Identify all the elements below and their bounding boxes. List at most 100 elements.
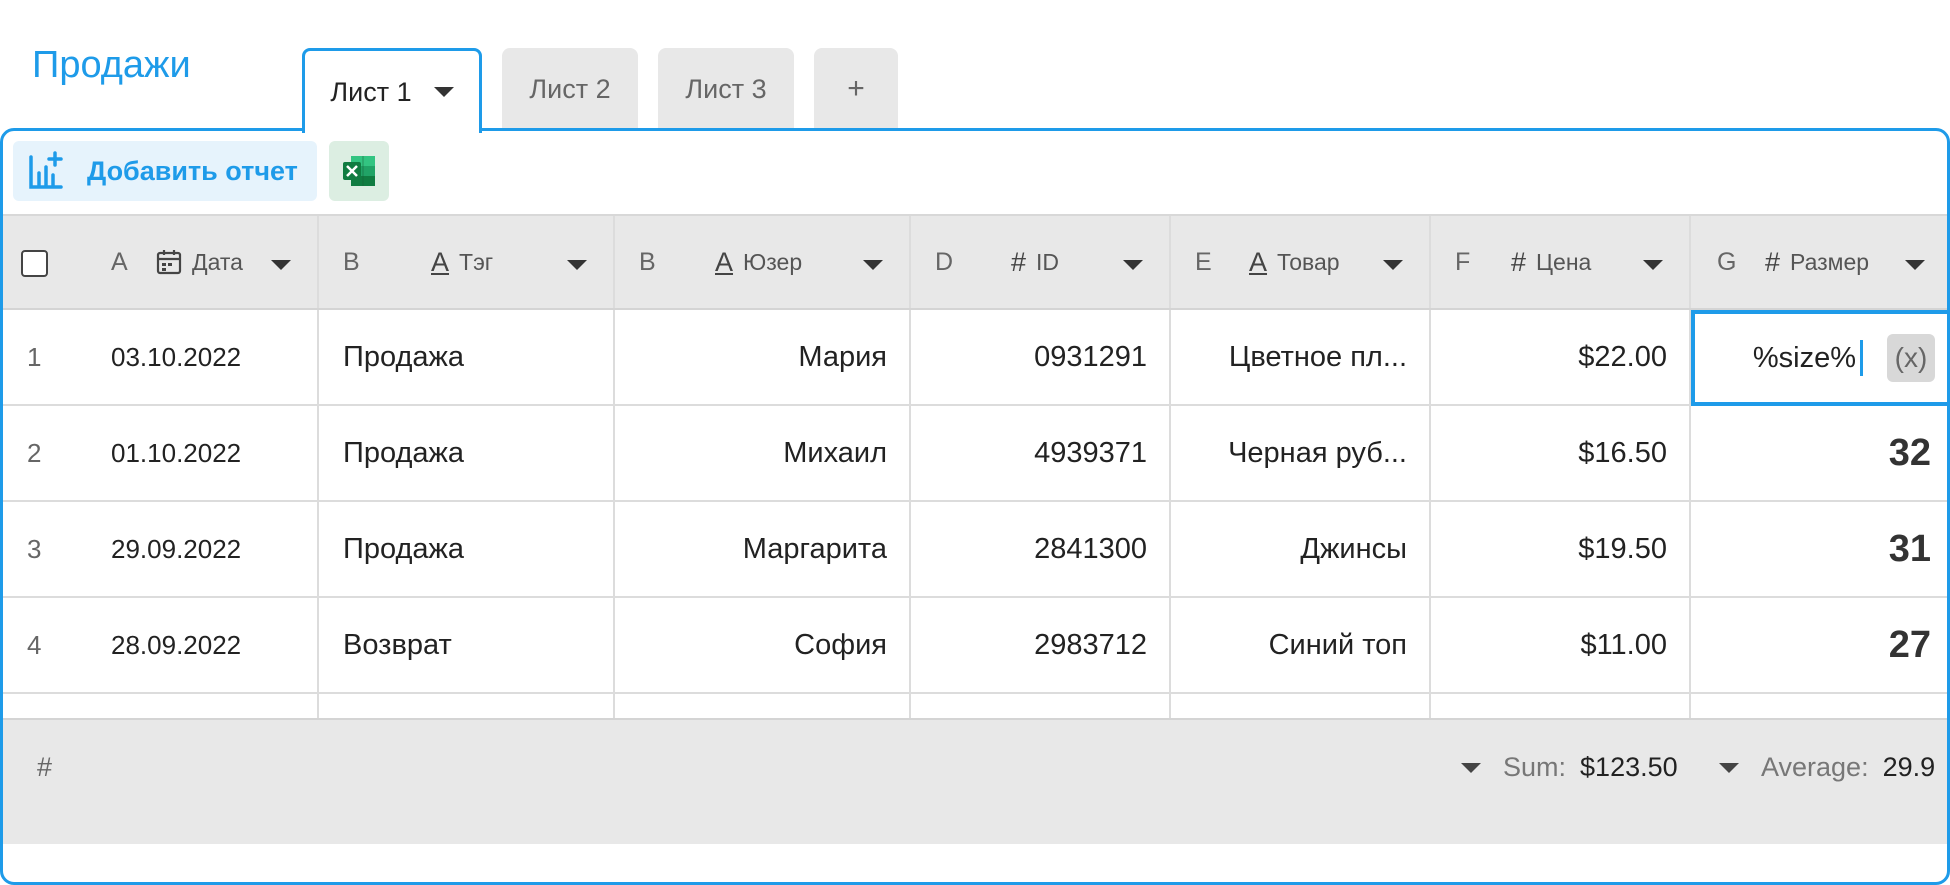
column-name: Дата xyxy=(156,216,243,308)
tab-sheet-3[interactable]: Лист 3 xyxy=(658,48,794,130)
column-label: Дата xyxy=(192,248,243,275)
column-header-e[interactable]: E A Товар xyxy=(1171,216,1431,308)
number-type-icon: # xyxy=(1765,246,1781,277)
tag-cell[interactable]: Возврат xyxy=(319,598,615,692)
text-cursor xyxy=(1860,340,1863,376)
column-header-row: A Дата B A Тэг B A Юзер D # ID E A Товар… xyxy=(3,214,1947,310)
date-cell[interactable]: 3 29.09.2022 xyxy=(3,502,319,596)
tab-sheet-1[interactable]: Лист 1 xyxy=(302,48,482,133)
column-header-a[interactable]: A Дата xyxy=(3,216,319,308)
number-type-icon: # xyxy=(1011,246,1027,277)
column-label: ID xyxy=(1036,248,1060,275)
tab-label: Лист 3 xyxy=(685,73,767,104)
chevron-down-icon[interactable] xyxy=(1383,260,1403,270)
id-cell[interactable]: 2983712 xyxy=(911,598,1171,692)
column-name: A Юзер xyxy=(715,216,802,308)
size-cell[interactable]: 32 xyxy=(1691,406,1947,500)
column-letter: G xyxy=(1717,247,1737,276)
tab-label: Лист 1 xyxy=(330,76,412,107)
date-value: 03.10.2022 xyxy=(111,341,242,372)
date-cell[interactable]: 1 03.10.2022 xyxy=(3,310,319,404)
page-title: Продажи xyxy=(32,44,191,86)
user-cell[interactable]: Мария xyxy=(615,310,911,404)
chevron-down-icon[interactable] xyxy=(863,260,883,270)
date-cell[interactable]: 2 01.10.2022 xyxy=(3,406,319,500)
user-cell[interactable]: Маргарита xyxy=(615,502,911,596)
date-value: 29.09.2022 xyxy=(111,533,242,564)
chevron-down-icon[interactable] xyxy=(567,260,587,270)
column-letter: E xyxy=(1195,247,1212,276)
price-cell[interactable]: $19.50 xyxy=(1431,502,1691,596)
table-row: 3 29.09.2022 Продажа Маргарита 2841300 Д… xyxy=(3,502,1947,598)
price-cell[interactable]: $16.50 xyxy=(1431,406,1691,500)
text-type-icon: A xyxy=(431,246,450,277)
sum-value: $123.50 xyxy=(1580,752,1678,782)
id-cell[interactable]: 4939371 xyxy=(911,406,1171,500)
chevron-down-icon[interactable] xyxy=(1123,260,1143,270)
formula-button[interactable]: (x) xyxy=(1887,334,1935,382)
column-name: # Размер xyxy=(1765,216,1869,308)
average-value: 29.9 xyxy=(1882,752,1936,782)
size-cell-editor[interactable]: %size% (x) xyxy=(1691,310,1947,406)
add-chart-icon xyxy=(29,151,63,189)
tag-cell[interactable]: Продажа xyxy=(319,406,615,500)
add-report-label: Добавить отчет xyxy=(87,155,298,186)
column-header-f[interactable]: F # Цена xyxy=(1431,216,1691,308)
chevron-down-icon[interactable] xyxy=(1905,260,1925,270)
tab-sheet-2[interactable]: Лист 2 xyxy=(502,48,638,130)
average-label: Average: xyxy=(1761,752,1869,782)
item-cell[interactable]: Синий топ xyxy=(1171,598,1431,692)
price-cell[interactable]: $11.00 xyxy=(1431,598,1691,692)
chevron-down-icon[interactable] xyxy=(433,87,454,97)
column-letter: A xyxy=(111,247,128,276)
export-excel-button[interactable] xyxy=(329,141,389,201)
table-row: 2 01.10.2022 Продажа Михаил 4939371 Черн… xyxy=(3,406,1947,502)
data-grid: A Дата B A Тэг B A Юзер D # ID E A Товар… xyxy=(3,214,1947,844)
item-cell[interactable]: Джинсы xyxy=(1171,502,1431,596)
table-row: 1 03.10.2022 Продажа Мария 0931291 Цветн… xyxy=(3,310,1947,406)
column-header-c[interactable]: B A Юзер xyxy=(615,216,911,308)
text-type-icon: A xyxy=(715,246,734,277)
add-report-button[interactable]: Добавить отчет xyxy=(13,141,317,201)
user-cell[interactable]: София xyxy=(615,598,911,692)
item-cell[interactable]: Черная руб... xyxy=(1171,406,1431,500)
column-header-g[interactable]: G # Размер xyxy=(1691,216,1947,308)
size-cell[interactable]: 31 xyxy=(1691,502,1947,596)
column-label: Тэг xyxy=(459,248,494,275)
chevron-down-icon[interactable] xyxy=(1719,762,1739,773)
user-cell[interactable]: Михаил xyxy=(615,406,911,500)
add-sheet-button[interactable]: + xyxy=(814,48,898,130)
date-value: 01.10.2022 xyxy=(111,437,242,468)
row-number: 2 xyxy=(27,437,42,468)
tab-label: Лист 2 xyxy=(529,73,611,104)
sheet-frame: Добавить отчет A Дата B A Тэг B A Юзер D… xyxy=(0,128,1950,885)
excel-icon xyxy=(343,156,375,186)
sum-label: Sum: xyxy=(1503,752,1567,782)
tag-cell[interactable]: Продажа xyxy=(319,310,615,404)
column-header-b[interactable]: B A Тэг xyxy=(319,216,615,308)
sum-aggregate[interactable]: Sum: $123.50 xyxy=(1461,752,1678,783)
tag-cell[interactable]: Продажа xyxy=(319,502,615,596)
row-number: 3 xyxy=(27,533,42,564)
row-number: 1 xyxy=(27,341,42,372)
chevron-down-icon[interactable] xyxy=(271,260,291,270)
column-name: # Цена xyxy=(1511,216,1591,308)
chevron-down-icon[interactable] xyxy=(1461,762,1481,773)
id-cell[interactable]: 0931291 xyxy=(911,310,1171,404)
select-all-checkbox[interactable] xyxy=(21,250,48,277)
item-cell[interactable]: Цветное пл... xyxy=(1171,310,1431,404)
toolbar: Добавить отчет xyxy=(13,141,389,201)
size-input[interactable]: %size% xyxy=(1753,342,1856,375)
size-cell[interactable]: 27 xyxy=(1691,598,1947,692)
column-label: Цена xyxy=(1536,248,1592,275)
id-cell[interactable]: 2841300 xyxy=(911,502,1171,596)
column-letter: B xyxy=(639,247,656,276)
row-number: 4 xyxy=(27,629,42,660)
date-cell[interactable]: 4 28.09.2022 xyxy=(3,598,319,692)
column-label: Юзер xyxy=(743,248,803,275)
chevron-down-icon[interactable] xyxy=(1643,260,1663,270)
price-cell[interactable]: $22.00 xyxy=(1431,310,1691,404)
average-aggregate[interactable]: Average: 29.9 xyxy=(1719,752,1935,783)
column-header-d[interactable]: D # ID xyxy=(911,216,1171,308)
footer-hash: # xyxy=(37,752,53,782)
